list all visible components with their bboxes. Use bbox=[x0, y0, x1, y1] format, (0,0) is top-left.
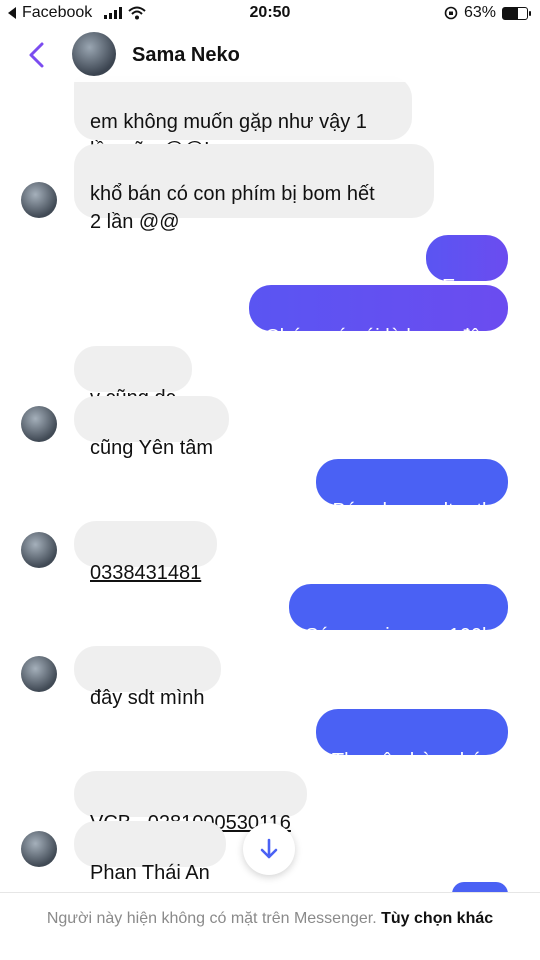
message-incoming[interactable]: VCB 0281000530116 bbox=[74, 771, 307, 834]
contact-avatar[interactable] bbox=[21, 656, 57, 692]
chevron-left-icon[interactable] bbox=[24, 40, 50, 70]
message-outgoing[interactable]: Chứ e có nói là k cọc đâu bbox=[249, 285, 508, 348]
message-outgoing[interactable]: E cọc bbox=[425, 235, 508, 298]
message-incoming[interactable]: đây sdt mình bbox=[74, 646, 221, 709]
contact-avatar[interactable] bbox=[21, 182, 57, 218]
messenger-screen: em không muốn gặp như vậy 1 lần nữa @@! … bbox=[0, 0, 540, 960]
unavailable-notice: Người này hiện không có mặt trên Messeng… bbox=[46, 910, 377, 927]
unavailable-footer: Người này hiện không có mặt trên Messeng… bbox=[0, 892, 540, 960]
contact-avatar[interactable] bbox=[21, 831, 57, 867]
message-incoming[interactable]: em không muốn gặp như vậy 1 lần nữa @@! bbox=[74, 76, 412, 161]
message-text: Sáng mai e cọc 100k bbox=[305, 625, 492, 647]
message-incoming[interactable]: khổ bán có con phím bị bom hết 2 lần @@ bbox=[74, 144, 434, 233]
contact-name[interactable]: Sama Neko bbox=[132, 44, 240, 67]
message-incoming[interactable]: Phan Thái An bbox=[74, 821, 226, 884]
more-options-link[interactable]: Tùy chọn khác bbox=[381, 910, 493, 927]
message-text: Bác cho e sdt + tk bbox=[332, 500, 492, 522]
arrow-down-icon bbox=[260, 838, 278, 859]
status-right: 63% bbox=[444, 4, 531, 22]
message-text: cũng Yên tâm bbox=[90, 437, 214, 459]
message-incoming[interactable]: v cũng dc bbox=[74, 346, 192, 409]
battery-icon bbox=[502, 6, 531, 20]
message-text: Phan Thái An bbox=[90, 862, 210, 884]
contact-avatar[interactable] bbox=[21, 532, 57, 568]
message-outgoing[interactable]: Tk ngân hàng bác bbox=[315, 709, 508, 772]
message-outgoing[interactable]: Bác cho e sdt + tk bbox=[316, 459, 508, 522]
contact-avatar[interactable] bbox=[72, 32, 116, 76]
status-bar: Facebook 20:50 63% bbox=[0, 0, 540, 30]
message-text: Tk ngân hàng bác bbox=[331, 750, 492, 772]
conversation-header: Sama Neko bbox=[0, 30, 540, 82]
chat-thread[interactable]: em không muốn gặp như vậy 1 lần nữa @@! … bbox=[0, 0, 540, 960]
message-incoming[interactable]: cũng Yên tâm bbox=[74, 396, 230, 459]
battery-percent: 63% bbox=[463, 4, 496, 21]
message-outgoing[interactable]: Sáng mai e cọc 100k bbox=[289, 584, 508, 647]
message-text: đây sdt mình bbox=[90, 687, 205, 709]
orientation-lock-icon bbox=[444, 6, 458, 20]
contact-avatar[interactable] bbox=[21, 406, 57, 442]
message-text: khổ bán có con phím bị bom hết 2 lần @@ bbox=[90, 183, 375, 233]
message-text: Chứ e có nói là k cọc đâu bbox=[265, 326, 492, 348]
message-incoming[interactable]: 0338431481 bbox=[74, 521, 218, 584]
phone-number-link[interactable]: 0338431481 bbox=[90, 562, 201, 584]
scroll-to-bottom-button[interactable] bbox=[243, 823, 295, 875]
